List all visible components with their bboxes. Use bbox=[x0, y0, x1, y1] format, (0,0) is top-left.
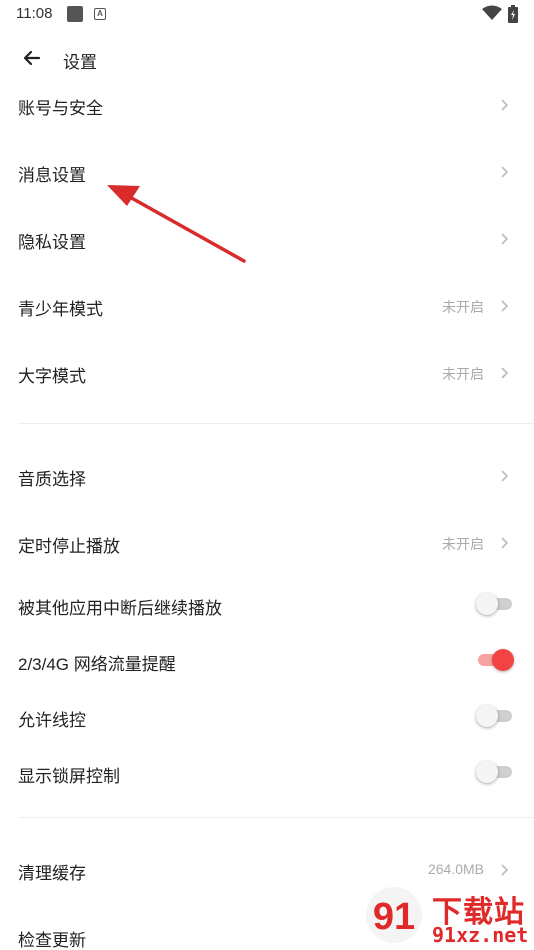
data-usage-alert-toggle[interactable] bbox=[476, 649, 514, 671]
battery-icon bbox=[508, 5, 518, 23]
section-divider bbox=[18, 423, 534, 424]
cache-size: 264.0MB bbox=[427, 861, 484, 877]
settings-item-privacy[interactable]: 隐私设置 bbox=[0, 218, 534, 260]
settings-item-resume-after-interrupt: 被其他应用中断后继续播放 bbox=[0, 584, 534, 624]
settings-item-audio-quality[interactable]: 音质选择 bbox=[0, 455, 534, 497]
toggle-knob bbox=[476, 761, 498, 783]
settings-item-label: 青少年模式 bbox=[18, 300, 103, 319]
chevron-right-icon bbox=[501, 367, 509, 379]
settings-item-label: 检查更新 bbox=[18, 931, 86, 950]
keyboard-badge-icon: A bbox=[94, 8, 106, 20]
settings-item-status: 未开启 bbox=[442, 299, 484, 315]
lockscreen-control-toggle[interactable] bbox=[476, 761, 514, 783]
settings-item-label: 2/3/4G 网络流量提醒 bbox=[18, 655, 176, 674]
settings-item-label: 定时停止播放 bbox=[18, 537, 120, 556]
notification-icon bbox=[67, 6, 83, 22]
resume-playback-toggle[interactable] bbox=[476, 593, 514, 615]
settings-item-message[interactable]: 消息设置 bbox=[0, 151, 534, 193]
settings-item-label: 隐私设置 bbox=[18, 233, 86, 252]
chevron-right-icon bbox=[501, 864, 509, 876]
section-divider bbox=[18, 817, 534, 818]
wire-control-toggle[interactable] bbox=[476, 705, 514, 727]
wifi-icon bbox=[482, 5, 502, 20]
chevron-right-icon bbox=[501, 537, 509, 549]
settings-item-label: 清理缓存 bbox=[18, 864, 86, 883]
settings-item-wire-control: 允许线控 bbox=[0, 696, 534, 736]
toggle-knob bbox=[476, 705, 498, 727]
status-bar: 11:08 A bbox=[0, 0, 534, 30]
settings-item-status: 未开启 bbox=[442, 536, 484, 552]
site-logo-icon: 91 bbox=[366, 887, 422, 943]
toggle-knob bbox=[476, 593, 498, 615]
settings-item-data-usage-alert: 2/3/4G 网络流量提醒 bbox=[0, 640, 534, 680]
settings-item-label: 允许线控 bbox=[18, 711, 86, 730]
app-header: 设置 bbox=[0, 40, 534, 76]
settings-item-label: 大字模式 bbox=[18, 367, 86, 386]
settings-item-lockscreen-control: 显示锁屏控制 bbox=[0, 752, 534, 792]
settings-item-label: 音质选择 bbox=[18, 470, 86, 489]
settings-item-label: 被其他应用中断后继续播放 bbox=[18, 599, 222, 618]
settings-item-sleep-timer[interactable]: 定时停止播放 未开启 bbox=[0, 522, 534, 564]
settings-item-account-security[interactable]: 账号与安全 bbox=[0, 84, 534, 126]
chevron-right-icon bbox=[501, 233, 509, 245]
chevron-right-icon bbox=[501, 99, 509, 111]
watermark-url: 91xz.net bbox=[432, 923, 529, 947]
chevron-right-icon bbox=[501, 470, 509, 482]
status-time: 11:08 bbox=[16, 5, 53, 22]
chevron-right-icon bbox=[501, 300, 509, 312]
logo-text: 91 bbox=[373, 896, 415, 938]
settings-item-large-font[interactable]: 大字模式 未开启 bbox=[0, 352, 534, 394]
chevron-right-icon bbox=[501, 166, 509, 178]
page-title: 设置 bbox=[63, 53, 97, 72]
settings-item-label: 账号与安全 bbox=[18, 99, 103, 118]
settings-item-label: 显示锁屏控制 bbox=[18, 767, 120, 786]
watermark: 91 下载站 91xz.net bbox=[360, 885, 534, 950]
toggle-knob bbox=[492, 649, 514, 671]
settings-item-teen-mode[interactable]: 青少年模式 未开启 bbox=[0, 285, 534, 327]
settings-item-status: 未开启 bbox=[442, 366, 484, 382]
back-arrow-icon[interactable] bbox=[20, 46, 44, 70]
settings-item-label: 消息设置 bbox=[18, 166, 86, 185]
